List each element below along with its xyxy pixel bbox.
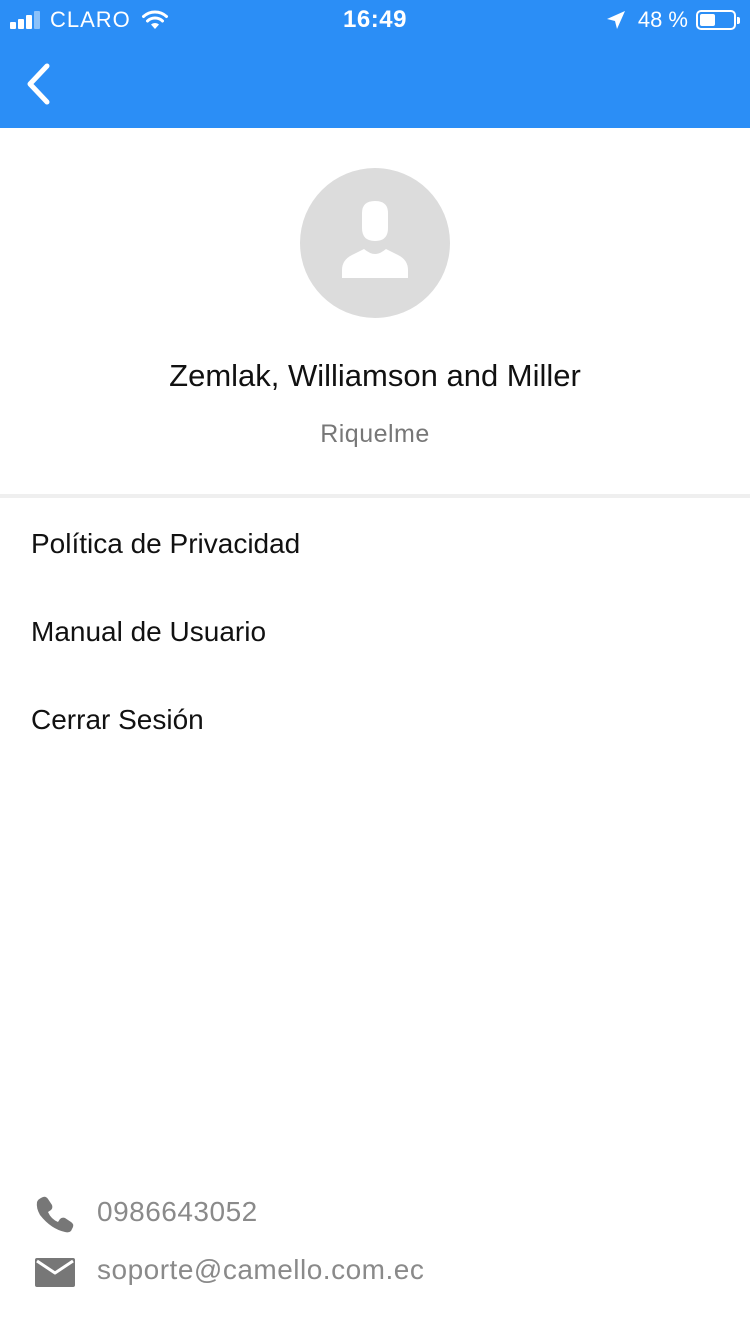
contact-email-row[interactable]: soporte@camello.com.ec xyxy=(0,1246,750,1296)
status-bar-right: 48 % xyxy=(606,7,740,32)
support-phone: 0986643052 xyxy=(97,1196,258,1227)
menu-item-label: Política de Privacidad xyxy=(31,528,301,559)
battery-icon xyxy=(696,10,740,30)
menu-item-user-manual[interactable]: Manual de Usuario xyxy=(0,588,750,676)
menu-item-label: Manual de Usuario xyxy=(31,616,267,647)
navigation-bar xyxy=(0,40,750,128)
battery-cap xyxy=(737,17,740,24)
chevron-left-icon xyxy=(27,63,50,105)
user-name: Riquelme xyxy=(320,420,430,448)
location-arrow-icon xyxy=(606,11,625,29)
contact-phone-row[interactable]: 0986643052 xyxy=(0,1188,750,1238)
menu-item-privacy-policy[interactable]: Política de Privacidad xyxy=(0,500,750,588)
battery-level-fill xyxy=(700,14,715,26)
person-silhouette-icon xyxy=(342,201,408,278)
support-email: soporte@camello.com.ec xyxy=(97,1254,425,1285)
section-divider xyxy=(0,494,750,498)
menu-item-logout[interactable]: Cerrar Sesión xyxy=(0,676,750,764)
battery-percent: 48 % xyxy=(637,7,688,32)
phone-icon xyxy=(34,1194,76,1234)
mail-icon xyxy=(34,1252,76,1292)
menu-item-label: Cerrar Sesión xyxy=(31,704,204,735)
avatar xyxy=(300,168,450,318)
company-name: Zemlak, Williamson and Miller xyxy=(169,358,581,393)
back-button[interactable] xyxy=(8,54,68,114)
status-bar: CLARO 16:49 48 % xyxy=(0,0,750,40)
